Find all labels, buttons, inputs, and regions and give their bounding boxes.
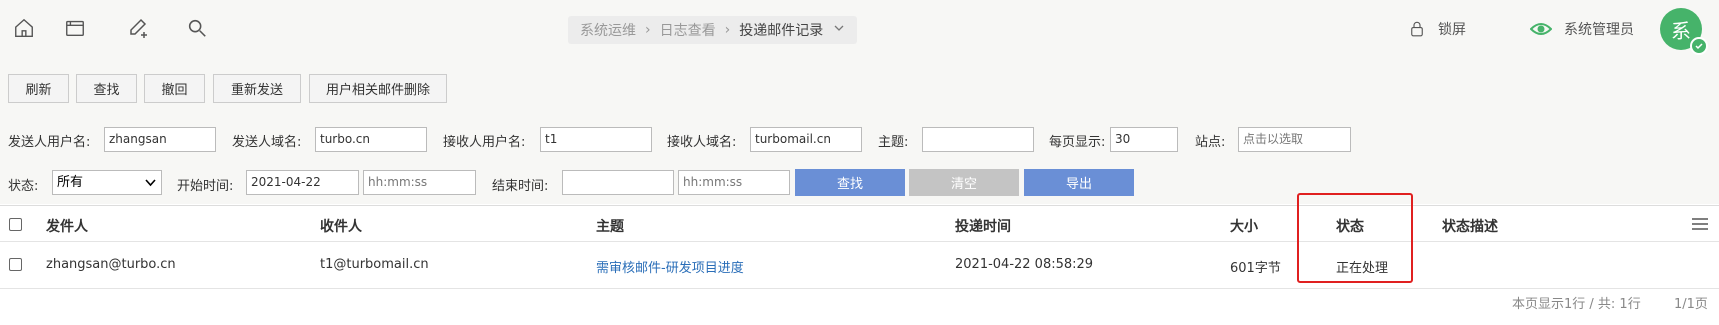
status-select-value: 所有	[57, 175, 84, 190]
cell-subject-link[interactable]: 需审核邮件-研发项目进度	[596, 257, 744, 276]
start-time-label: 开始时间:	[177, 179, 234, 194]
admin-user-menu[interactable]: 系统管理员	[1530, 19, 1634, 39]
delete-user-mail-button[interactable]: 用户相关邮件删除	[309, 74, 447, 103]
eye-icon	[1530, 23, 1552, 35]
recall-button[interactable]: 撤回	[144, 74, 205, 103]
browser-window-icon[interactable]	[61, 14, 89, 42]
sender-user-input[interactable]: zhangsan	[104, 127, 216, 152]
column-header-time[interactable]: 投递时间	[955, 216, 1011, 236]
breadcrumb-separator-icon: ›	[724, 22, 731, 38]
find-button[interactable]: 查找	[795, 169, 905, 196]
breadcrumb-item[interactable]: 日志查看	[660, 20, 716, 40]
table-row[interactable]: zhangsan@turbo.cn t1@turbomail.cn 需审核邮件-…	[0, 242, 1719, 289]
column-header-sender[interactable]: 发件人	[46, 216, 88, 236]
cell-sender: zhangsan@turbo.cn	[46, 257, 176, 272]
column-header-size[interactable]: 大小	[1230, 216, 1258, 236]
column-header-status-desc[interactable]: 状态描述	[1442, 216, 1498, 236]
breadcrumb: 系统运维 › 日志查看 › 投递邮件记录	[568, 16, 858, 44]
cell-size: 601字节	[1230, 261, 1281, 276]
admin-name: 系统管理员	[1564, 22, 1634, 38]
breadcrumb-current: 投递邮件记录	[739, 23, 824, 39]
chevron-down-icon	[145, 171, 156, 201]
column-header-recipient[interactable]: 收件人	[320, 216, 362, 236]
recipient-domain-label: 接收人域名:	[667, 135, 737, 150]
recipient-domain-input[interactable]: turbomail.cn	[750, 127, 862, 152]
lock-icon	[1411, 21, 1423, 37]
status-highlight-box	[1297, 193, 1413, 283]
end-date-input[interactable]	[562, 170, 674, 195]
export-button[interactable]: 导出	[1024, 169, 1134, 196]
select-all-checkbox[interactable]	[9, 218, 22, 231]
table-header: 发件人 收件人 主题 投递时间 大小 状态 状态描述	[0, 205, 1719, 242]
compose-icon[interactable]	[125, 14, 153, 42]
breadcrumb-item[interactable]: 系统运维	[580, 20, 636, 40]
site-picker[interactable]: 点击以选取	[1238, 127, 1351, 152]
pager-pages: 1/1页	[1674, 297, 1708, 312]
lock-screen-button[interactable]: 锁屏	[1408, 19, 1466, 39]
column-header-subject[interactable]: 主题	[596, 216, 624, 236]
online-check-icon	[1690, 37, 1708, 55]
end-time-input[interactable]: hh:mm:ss	[678, 170, 790, 195]
sender-domain-label: 发送人域名:	[232, 135, 302, 150]
lock-screen-label: 锁屏	[1438, 22, 1466, 38]
recipient-user-label: 接收人用户名:	[443, 135, 526, 150]
per-page-input[interactable]: 30	[1110, 127, 1178, 152]
pager-summary: 本页显示1行 / 共: 1行	[1512, 297, 1641, 312]
sender-domain-input[interactable]: turbo.cn	[315, 127, 427, 152]
home-icon[interactable]	[10, 14, 38, 42]
search-icon[interactable]	[183, 14, 211, 42]
site-label: 站点:	[1195, 135, 1226, 150]
top-bar: 系统运维 › 日志查看 › 投递邮件记录 锁屏 系统管理员 系	[0, 0, 1719, 58]
breadcrumb-separator-icon: ›	[645, 22, 651, 38]
resend-button[interactable]: 重新发送	[213, 74, 301, 103]
search-button[interactable]: 查找	[76, 74, 137, 103]
refresh-button[interactable]: 刷新	[8, 74, 69, 103]
cell-recipient: t1@turbomail.cn	[320, 257, 429, 272]
row-checkbox[interactable]	[9, 258, 22, 271]
start-time-input[interactable]: hh:mm:ss	[363, 170, 476, 195]
column-menu-icon[interactable]	[1692, 217, 1708, 235]
subject-input[interactable]	[922, 127, 1034, 152]
per-page-label: 每页显示:	[1049, 135, 1106, 150]
chevron-down-icon[interactable]	[833, 22, 845, 38]
subject-label: 主题:	[878, 135, 909, 150]
clear-button[interactable]: 清空	[909, 169, 1019, 196]
start-date-input[interactable]: 2021-04-22	[246, 170, 359, 195]
recipient-user-input[interactable]: t1	[540, 127, 652, 152]
status-label: 状态:	[8, 179, 39, 194]
status-select[interactable]: 所有	[52, 170, 162, 195]
sender-user-label: 发送人用户名:	[8, 135, 91, 150]
cell-time: 2021-04-22 08:58:29	[955, 257, 1094, 272]
end-time-label: 结束时间:	[492, 179, 549, 194]
